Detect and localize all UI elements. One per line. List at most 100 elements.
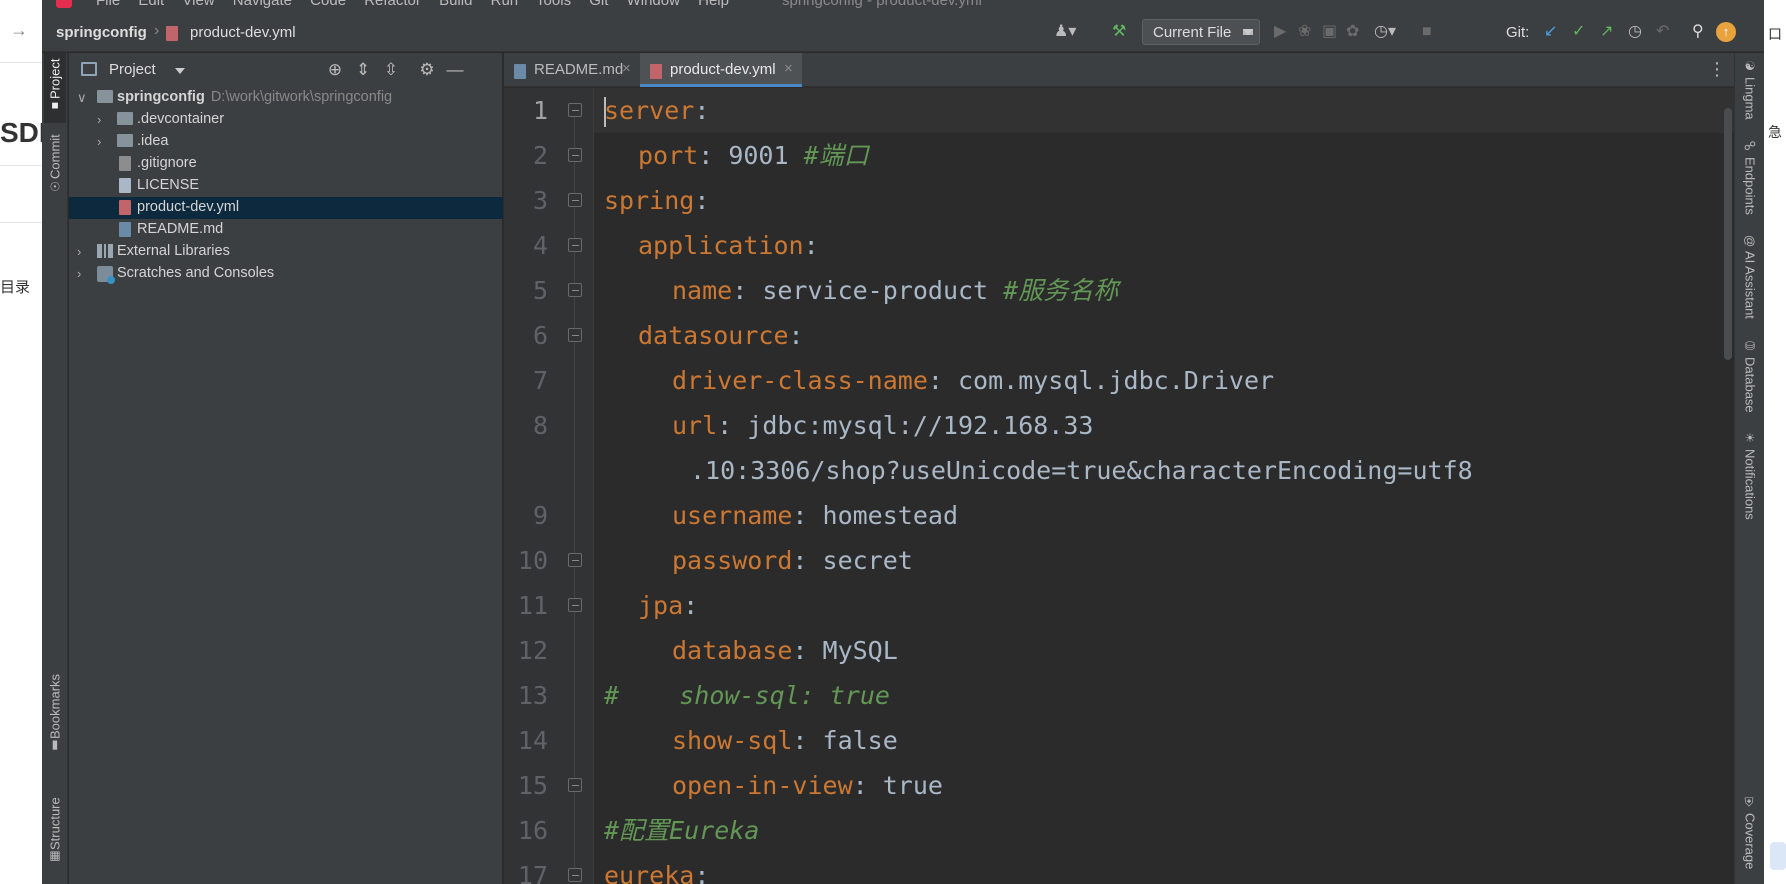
fold-marker-icon[interactable] [568,553,582,567]
update-notification-icon[interactable]: ↑ [1716,22,1736,42]
yml-file-icon [650,64,662,79]
shield-icon: ⛨ [1743,797,1757,809]
gear-icon[interactable]: ⚙ [417,60,437,80]
tool-tab-ai-assistant[interactable]: @ AI Assistant [1739,235,1761,331]
chevron-down-icon[interactable] [175,68,185,74]
tool-tab-database[interactable]: ⛁ Database [1739,339,1761,419]
close-icon[interactable]: × [622,60,631,77]
code-editor[interactable]: 1 2 3 4 5 6 7 8 9 10 11 12 13 14 15 16 1… [504,88,1734,884]
chevron-down-icon[interactable]: ∨ [77,90,87,106]
fold-marker-icon[interactable] [568,868,582,882]
run-configuration-select[interactable]: Current File [1142,19,1260,45]
chevron-right-icon[interactable]: › [77,266,81,281]
menu-build[interactable]: Build [439,0,472,9]
line-number: 5 [532,276,548,305]
fold-marker-icon[interactable] [568,238,582,252]
project-view-title[interactable]: Project [109,61,156,78]
chevron-right-icon[interactable]: › [97,134,101,149]
line-number: 2 [532,141,548,170]
line-number-gutter: 1 2 3 4 5 6 7 8 9 10 11 12 13 14 15 16 1… [504,88,594,884]
tree-row-external-libraries[interactable]: › External Libraries [69,241,503,263]
menu-view[interactable]: View [182,0,214,9]
add-user-icon[interactable]: ♟▾ [1054,22,1076,42]
tree-label: .idea [137,133,169,149]
close-icon[interactable]: × [784,60,793,77]
fold-marker-icon[interactable] [568,778,582,792]
menu-git[interactable]: Git [589,0,608,9]
stop-icon[interactable]: ■ [1422,22,1432,42]
menu-edit[interactable]: Edit [138,0,164,9]
debug-icon[interactable]: ❀ [1298,22,1311,42]
tree-row-readme[interactable]: README.md [69,219,503,241]
more-options-icon[interactable]: ⋮ [1708,59,1726,80]
md-file-icon [119,222,131,237]
git-history-icon[interactable]: ◷ [1628,22,1642,42]
breadcrumb-project[interactable]: springconfig [56,24,147,41]
tool-tab-notifications[interactable]: ☀ Notifications [1739,431,1761,531]
tree-row-scratches[interactable]: › Scratches and Consoles [69,263,503,285]
tool-tab-endpoints[interactable]: ☍ Endpoints [1739,139,1761,215]
git-push-icon[interactable]: ↗ [1600,22,1613,42]
chevron-right-icon[interactable]: › [97,112,101,127]
tool-tab-coverage[interactable]: ⛨ Coverage [1739,797,1761,881]
locate-file-icon[interactable]: ⊕ [325,60,345,80]
editor-scrollbar[interactable] [1724,108,1732,360]
tool-tab-project[interactable]: ■ Project [44,53,66,123]
fold-marker-icon[interactable] [568,283,582,297]
menu-help[interactable]: Help [698,0,729,9]
tab-product-dev-yml[interactable]: product-dev.yml × [640,53,802,87]
code-area[interactable]: server: port: 9001 #端口 spring: applicati… [594,88,1734,884]
menu-file[interactable]: File [96,0,120,9]
hide-panel-icon[interactable]: — [445,60,465,80]
code-line: username: homestead [672,501,958,530]
code-line: driver-class-name: com.mysql.jdbc.Driver [672,366,1275,395]
fold-marker-icon[interactable] [568,103,582,117]
line-number: 12 [517,636,548,665]
tree-row-product-dev-yml[interactable]: product-dev.yml [69,197,503,219]
code-line: jpa: [638,591,699,620]
coverage-run-icon[interactable]: ▣ [1322,22,1337,42]
structure-icon: ▦ [48,849,62,864]
menu-run[interactable]: Run [491,0,519,9]
profile-icon[interactable]: ✿ [1346,22,1359,42]
tree-row-devcontainer[interactable]: › .devcontainer [69,109,503,131]
tool-tab-bookmarks[interactable]: ▮ Bookmarks [44,671,66,761]
run-icon[interactable]: ▶ [1274,22,1286,42]
menu-code[interactable]: Code [310,0,346,9]
menu-navigate[interactable]: Navigate [233,0,292,9]
tree-row-gitignore[interactable]: .gitignore [69,153,503,175]
search-icon[interactable]: ⚲ [1692,22,1704,42]
git-commit-icon[interactable]: ✓ [1572,22,1585,42]
git-update-icon[interactable]: ↙ [1544,22,1557,42]
tree-row-idea[interactable]: › .idea [69,131,503,153]
fold-marker-icon[interactable] [568,598,582,612]
tree-row-license[interactable]: LICENSE [69,175,503,197]
line-number: 3 [532,186,548,215]
collapse-all-icon[interactable]: ⇳ [381,60,401,80]
chevron-right-icon[interactable]: › [77,244,81,259]
tree-label: README.md [137,221,224,237]
project-panel-header: Project ⊕ ⇕ ⇳ ⚙ — [69,53,503,87]
menu-refactor[interactable]: Refactor [364,0,421,9]
more-run-options-icon[interactable]: ◷▾ [1374,22,1396,42]
build-hammer-icon[interactable]: ⚒ [1112,22,1126,42]
tool-tab-structure[interactable]: ▦ Structure [44,789,66,877]
tree-path: D:\work\gitwork\springconfig [210,89,393,105]
menu-tools[interactable]: Tools [536,0,571,9]
tab-readme[interactable]: README.md × [504,53,640,87]
fold-marker-icon[interactable] [568,148,582,162]
expand-all-icon[interactable]: ⇕ [353,60,373,80]
tool-tab-commit[interactable]: ☉ Commit [44,133,66,199]
fold-guide [574,110,575,880]
tree-row-root[interactable]: ∨ springconfig D:\work\gitwork\springconf… [69,87,503,109]
back-arrow-icon[interactable]: → [10,20,28,41]
git-rollback-icon[interactable]: ↶ [1656,22,1669,42]
menu-window[interactable]: Window [627,0,680,9]
fold-marker-icon[interactable] [568,328,582,342]
tool-tab-lingma[interactable]: ☯ Lingma [1739,59,1761,129]
fold-marker-icon[interactable] [568,193,582,207]
breadcrumb-file[interactable]: product-dev.yml [190,24,296,41]
background-button[interactable] [1770,842,1786,870]
code-line-comment: # show-sql: true [604,681,890,710]
line-number: 7 [532,366,548,395]
